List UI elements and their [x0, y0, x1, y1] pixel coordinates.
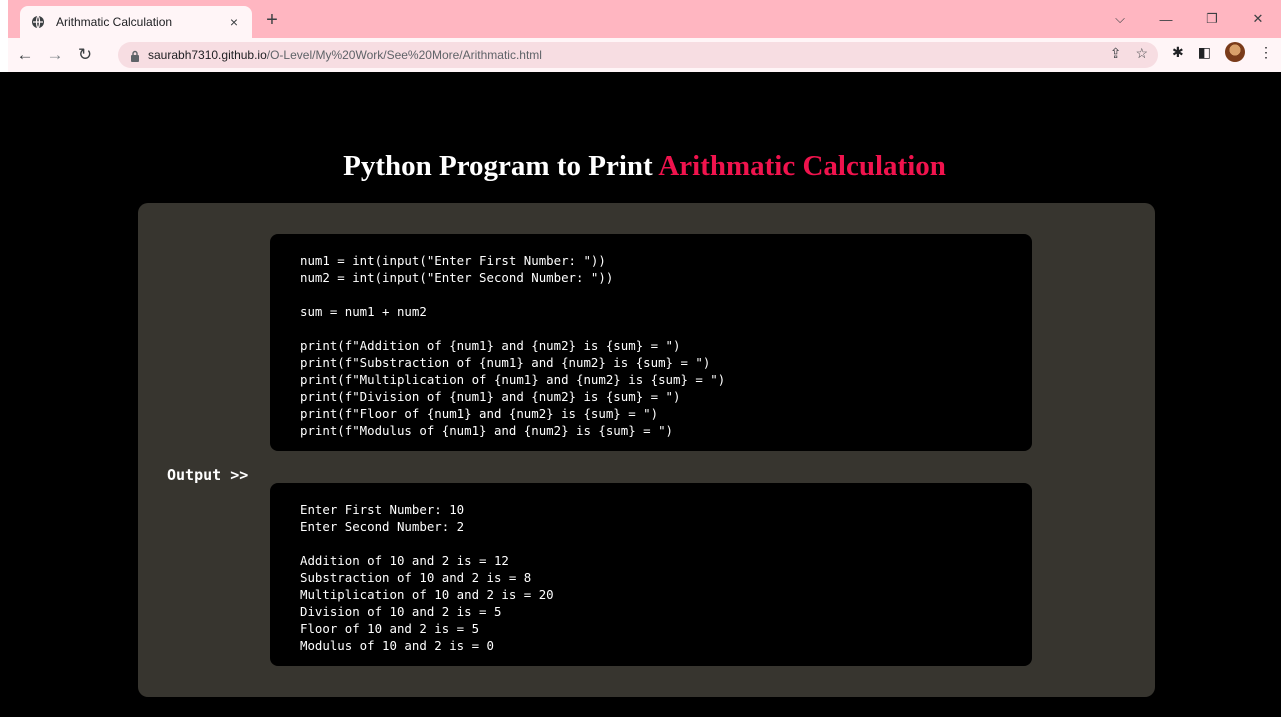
- output-line: Division of 10 and 2 is = 5: [300, 604, 502, 619]
- new-tab-button[interactable]: +: [260, 9, 284, 33]
- code-line: print(f"Division of {num1} and {num2} is…: [300, 389, 681, 404]
- reload-icon[interactable]: ↻: [72, 42, 98, 68]
- code-block: num1 = int(input("Enter First Number: ")…: [270, 234, 1032, 451]
- tab-strip: Arithmatic Calculation × + ⌵ — ❐ ✕: [8, 0, 1281, 38]
- code-line: print(f"Modulus of {num1} and {num2} is …: [300, 423, 673, 438]
- close-window-icon[interactable]: ✕: [1235, 3, 1281, 35]
- output-line: Enter First Number: 10: [300, 502, 465, 517]
- title-plain: Python Program to Print: [343, 150, 659, 182]
- tab-close-icon[interactable]: ×: [226, 14, 242, 30]
- output-line: Addition of 10 and 2 is = 12: [300, 553, 509, 568]
- more-menu-icon[interactable]: ⋮: [1259, 44, 1273, 61]
- output-line: Modulus of 10 and 2 is = 0: [300, 638, 494, 653]
- url-text: saurabh7310.github.io/O-Level/My%20Work/…: [148, 48, 542, 62]
- globe-icon: [30, 14, 46, 30]
- code-line: sum = num1 + num2: [300, 304, 427, 319]
- chevron-down-icon[interactable]: ⌵: [1097, 3, 1143, 35]
- code-line: print(f"Floor of {num1} and {num2} is {s…: [300, 406, 659, 421]
- output-label: Output >>: [167, 466, 249, 484]
- code-line: num2 = int(input("Enter Second Number: "…: [300, 270, 614, 285]
- minimize-icon[interactable]: —: [1143, 3, 1189, 35]
- extensions-puzzle-icon[interactable]: ✱: [1172, 44, 1184, 61]
- forward-arrow-icon[interactable]: →: [42, 42, 68, 68]
- bookmark-star-icon[interactable]: ☆: [1135, 45, 1148, 62]
- output-line: Multiplication of 10 and 2 is = 20: [300, 587, 554, 602]
- profile-avatar[interactable]: [1225, 42, 1245, 62]
- tab-arithmatic-calculation[interactable]: Arithmatic Calculation ×: [20, 6, 252, 38]
- code-line: print(f"Addition of {num1} and {num2} is…: [300, 338, 681, 353]
- page-title: Python Program to Print Arithmatic Calcu…: [8, 150, 1281, 183]
- browser-chrome: Arithmatic Calculation × + ⌵ — ❐ ✕ ← → ↻…: [0, 0, 1281, 72]
- output-block: Enter First Number: 10 Enter Second Numb…: [270, 483, 1032, 666]
- output-line: Enter Second Number: 2: [300, 519, 465, 534]
- side-panel-icon[interactable]: ◧: [1198, 44, 1211, 61]
- tab-title: Arithmatic Calculation: [56, 15, 173, 29]
- back-arrow-icon[interactable]: ←: [12, 42, 38, 68]
- code-line: num1 = int(input("Enter First Number: ")…: [300, 253, 606, 268]
- code-line: print(f"Substraction of {num1} and {num2…: [300, 355, 711, 370]
- page-content: Python Program to Print Arithmatic Calcu…: [8, 72, 1281, 717]
- output-line: Substraction of 10 and 2 is = 8: [300, 570, 532, 585]
- title-accent: Arithmatic Calculation: [658, 150, 946, 182]
- address-bar[interactable]: saurabh7310.github.io/O-Level/My%20Work/…: [118, 42, 1158, 68]
- window-controls: ⌵ — ❐ ✕: [1097, 0, 1281, 38]
- code-line: print(f"Multiplication of {num1} and {nu…: [300, 372, 726, 387]
- url-path: /O-Level/My%20Work/See%20More/Arithmatic…: [266, 48, 542, 62]
- share-icon[interactable]: ⇪: [1110, 45, 1122, 62]
- url-host: saurabh7310.github.io: [148, 48, 267, 62]
- output-line: Floor of 10 and 2 is = 5: [300, 621, 480, 636]
- program-panel: num1 = int(input("Enter First Number: ")…: [138, 203, 1155, 697]
- restore-icon[interactable]: ❐: [1189, 3, 1235, 35]
- browser-toolbar: ← → ↻ saurabh7310.github.io/O-Level/My%2…: [8, 38, 1281, 72]
- lock-icon: [130, 49, 140, 62]
